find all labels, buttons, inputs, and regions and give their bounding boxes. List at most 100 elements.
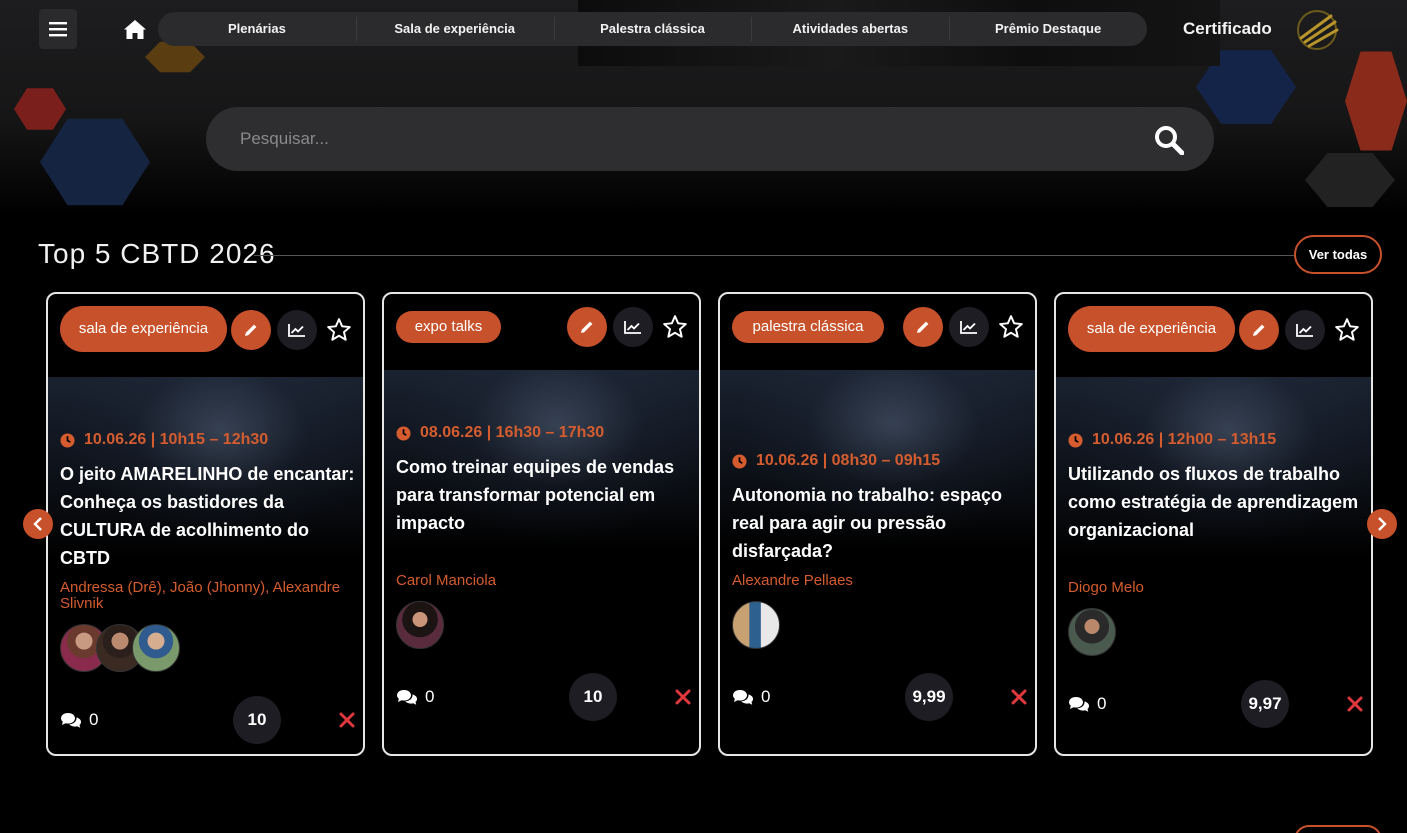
- chevron-left-icon: [33, 517, 42, 531]
- chevron-right-icon: [1378, 517, 1387, 531]
- favorite-button[interactable]: [1332, 315, 1362, 345]
- date-time-text: 10.06.26 | 12h00 – 13h15: [1092, 431, 1277, 448]
- nav-item-premio-destaque[interactable]: Prêmio Destaque: [949, 12, 1147, 46]
- comments-count-text: 0: [761, 687, 771, 706]
- comments-count-text: 0: [1097, 694, 1107, 713]
- favorite-button[interactable]: [324, 315, 354, 345]
- comments-count[interactable]: 0: [396, 687, 434, 707]
- category-tag[interactable]: expo talks: [396, 311, 501, 343]
- star-icon: [663, 315, 687, 338]
- pencil-icon: [917, 321, 929, 333]
- section-divider: [254, 255, 1294, 256]
- activity-card[interactable]: expo talks 08.06.26 | 16h30 – 17h30 Como…: [382, 292, 701, 756]
- stats-button[interactable]: [277, 310, 317, 350]
- activity-card[interactable]: palestra clássica 10.06.26 | 08h30 – 09h…: [718, 292, 1037, 756]
- pencil-icon: [245, 324, 257, 336]
- comments-count[interactable]: 0: [732, 687, 770, 707]
- date-time-text: 08.06.26 | 16h30 – 17h30: [420, 424, 605, 441]
- comments-count-text: 0: [425, 687, 435, 706]
- comments-count[interactable]: 0: [1068, 694, 1106, 714]
- comments-count-text: 0: [89, 710, 99, 729]
- menu-button[interactable]: [39, 9, 77, 49]
- trend-icon: [624, 321, 641, 334]
- category-tag[interactable]: sala de experiência: [60, 306, 227, 352]
- certificate-logo-icon: [1297, 10, 1339, 50]
- rating-score: 9,97: [1241, 680, 1289, 728]
- search-input[interactable]: [240, 119, 1120, 159]
- close-icon[interactable]: [675, 689, 691, 705]
- date-time-text: 10.06.26 | 08h30 – 09h15: [756, 452, 941, 469]
- close-icon[interactable]: [1011, 689, 1027, 705]
- card-title[interactable]: Utilizando os fluxos de trabalho como es…: [1068, 460, 1363, 544]
- speaker-names: Andressa (Drê), João (Jhonny), Alexandre…: [60, 579, 341, 612]
- star-icon: [999, 315, 1023, 338]
- nav-item-atividades-abertas[interactable]: Atividades abertas: [751, 12, 949, 46]
- date-time: 10.06.26 | 10h15 – 12h30: [60, 431, 268, 449]
- card-title[interactable]: Como treinar equipes de vendas para tran…: [396, 453, 691, 537]
- date-time: 08.06.26 | 16h30 – 17h30: [396, 424, 604, 442]
- avatar: [732, 601, 780, 649]
- see-all-button-next-section[interactable]: [1294, 825, 1382, 833]
- card-title[interactable]: Autonomia no trabalho: espaço real para …: [732, 481, 1027, 565]
- nav-item-plenarias[interactable]: Plenárias: [158, 12, 356, 46]
- category-tag[interactable]: sala de experiência: [1068, 306, 1235, 352]
- activity-card[interactable]: sala de experiência 10.06.26 | 10h15 – 1…: [46, 292, 365, 756]
- carousel-next-button[interactable]: [1367, 509, 1397, 539]
- home-button[interactable]: [118, 12, 152, 46]
- edit-button[interactable]: [231, 310, 271, 350]
- avatar: [1068, 608, 1116, 656]
- stats-button[interactable]: [949, 307, 989, 347]
- close-icon[interactable]: [339, 712, 355, 728]
- card-title[interactable]: O jeito AMARELINHO de encantar: Conheça …: [60, 460, 355, 572]
- pencil-icon: [1253, 324, 1265, 336]
- star-icon: [1335, 318, 1359, 341]
- favorite-button[interactable]: [996, 312, 1026, 342]
- trend-icon: [960, 321, 977, 334]
- stats-button[interactable]: [1285, 310, 1325, 350]
- certificate-link[interactable]: Certificado: [1183, 19, 1272, 39]
- clock-icon: [1068, 432, 1083, 448]
- decorative-hexagon: [1305, 153, 1395, 207]
- speaker-names: Alexandre Pellaes: [732, 572, 853, 589]
- trend-icon: [1296, 324, 1313, 337]
- search-icon[interactable]: [1154, 125, 1184, 155]
- comments-icon: [397, 689, 417, 705]
- clock-icon: [396, 425, 411, 441]
- rating-score: 10: [233, 696, 281, 744]
- stats-button[interactable]: [613, 307, 653, 347]
- nav-item-palestra-classica[interactable]: Palestra clássica: [553, 12, 752, 46]
- star-icon: [327, 318, 351, 341]
- edit-button[interactable]: [903, 307, 943, 347]
- clock-icon: [60, 432, 75, 448]
- comments-icon: [733, 689, 753, 705]
- decorative-hexagon: [40, 118, 150, 206]
- favorite-button[interactable]: [660, 312, 690, 342]
- trend-icon: [288, 324, 305, 337]
- date-time: 10.06.26 | 08h30 – 09h15: [732, 452, 940, 470]
- section-title: Top 5 CBTD 2026: [38, 238, 276, 269]
- category-tag[interactable]: palestra clássica: [732, 311, 884, 343]
- date-time: 10.06.26 | 12h00 – 13h15: [1068, 431, 1276, 449]
- clock-icon: [732, 453, 747, 469]
- close-icon[interactable]: [1347, 696, 1363, 712]
- edit-button[interactable]: [567, 307, 607, 347]
- activity-card[interactable]: sala de experiência 10.06.26 | 12h00 – 1…: [1054, 292, 1373, 756]
- decorative-hexagon: [14, 88, 66, 130]
- comments-icon: [61, 712, 81, 728]
- carousel-prev-button[interactable]: [23, 509, 53, 539]
- menu-icon: [49, 22, 67, 37]
- pencil-icon: [581, 321, 593, 333]
- avatar: [396, 601, 444, 649]
- speaker-names: Diogo Melo: [1068, 579, 1144, 596]
- decorative-hexagon: [1345, 51, 1407, 151]
- search-bar: [206, 107, 1214, 171]
- edit-button[interactable]: [1239, 310, 1279, 350]
- main-nav: Plenárias Sala de experiência Palestra c…: [158, 12, 1147, 46]
- date-time-text: 10.06.26 | 10h15 – 12h30: [84, 431, 269, 448]
- home-icon: [124, 19, 146, 39]
- comments-count[interactable]: 0: [60, 710, 98, 730]
- avatar: [132, 624, 180, 672]
- see-all-button[interactable]: Ver todas: [1294, 235, 1382, 274]
- rating-score: 10: [569, 673, 617, 721]
- nav-item-sala-experiencia[interactable]: Sala de experiência: [355, 12, 554, 46]
